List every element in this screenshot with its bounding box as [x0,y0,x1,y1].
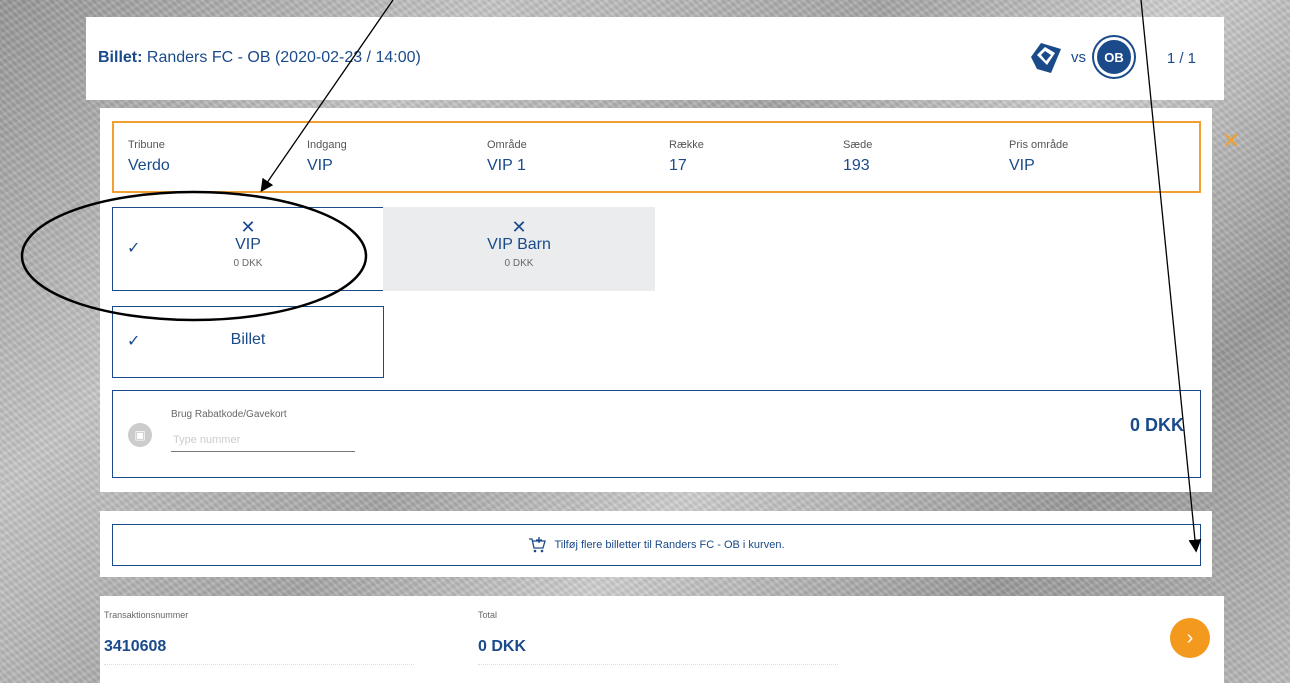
checkout-footer: Transaktionsnummer 3410608 Total 0 DKK › [100,596,1224,683]
promo-code-input[interactable] [171,429,355,452]
add-tickets-panel: Tilføj flere billetter til Randers FC - … [100,511,1212,577]
seat-value: 17 [669,157,687,174]
seat-field-saede: Sæde 193 [843,139,872,175]
seat-field-omrade: Område VIP 1 [487,139,527,175]
seat-value: VIP 1 [487,157,526,174]
seat-label: Pris område [1009,139,1069,151]
next-step-button[interactable]: › [1170,618,1210,658]
seat-value: Verdo [128,157,170,174]
seat-label: Række [669,139,704,151]
ticket-counter: 1 / 1 [1166,50,1196,67]
vs-label: vs [1071,48,1086,66]
seat-value: 193 [843,157,870,174]
cutlery-icon: ✕ [511,217,527,237]
seat-field-indgang: Indgang VIP [307,139,347,175]
seat-info: Tribune Verdo Indgang VIP Område VIP 1 R… [112,121,1201,193]
option-price: 0 DKK [233,258,263,269]
seat-field-pris-omrade: Pris område VIP [1009,139,1068,175]
match-logos: vs OB [1027,37,1134,77]
gift-card-icon: ▣ [128,423,152,447]
remove-ticket-icon[interactable]: ✕ [1222,130,1240,152]
option-price: 0 DKK [504,258,534,269]
cart-add-icon [529,537,547,553]
option-billet-tile[interactable]: ✓ Billet [112,306,384,378]
seat-value: VIP [307,157,333,174]
seat-label: Tribune [128,139,165,151]
ticket-title: Billet: Randers FC - OB (2020-02-23 / 14… [98,49,421,67]
option-vip-content: ✕ VIP 0 DKK [113,218,383,269]
promo-total: 0 DKK [1129,415,1184,435]
cutlery-icon: ✕ [240,217,256,237]
option-name: Billet [230,331,266,348]
promo-code-box: ▣ Brug Rabatkode/Gavekort 0 DKK [112,390,1201,478]
option-name: VIP Barn [487,236,551,253]
transaction-label: Transaktionsnummer [104,610,189,620]
total-label: Total [478,610,498,620]
seat-field-raekke: Række 17 [669,139,704,175]
option-vip-tile[interactable]: ✓ ✕ VIP 0 DKK [112,207,384,291]
total-value: 0 DKK [478,638,838,665]
option-billet-content: Billet [113,331,383,349]
seat-value: VIP [1009,157,1035,174]
ticket-header: Billet: Randers FC - OB (2020-02-23 / 14… [86,17,1224,100]
option-name: VIP [235,236,261,253]
randers-logo-icon [1031,43,1061,73]
ticket-title-text: Randers FC - OB (2020-02-23 / 14:00) [146,49,421,66]
seat-field-tribune: Tribune Verdo [128,139,170,175]
promo-label: Brug Rabatkode/Gavekort [171,409,287,420]
seat-label: Sæde [843,139,873,151]
add-more-tickets-button[interactable]: Tilføj flere billetter til Randers FC - … [112,524,1201,566]
option-vip-barn-content: ✕ VIP Barn 0 DKK [384,218,654,269]
seat-label: Område [487,139,527,151]
transaction-field: Transaktionsnummer 3410608 [104,610,414,665]
ticket-title-prefix: Billet: [98,49,143,66]
transaction-value: 3410608 [104,638,414,665]
ticket-details-panel: Tribune Verdo Indgang VIP Område VIP 1 R… [100,108,1212,492]
total-field: Total 0 DKK [478,610,838,665]
option-vip-barn-tile[interactable]: ✕ VIP Barn 0 DKK [383,207,655,291]
seat-label: Indgang [307,139,347,151]
add-more-tickets-label: Tilføj flere billetter til Randers FC - … [554,539,785,551]
ob-logo-icon: OB [1094,37,1134,77]
